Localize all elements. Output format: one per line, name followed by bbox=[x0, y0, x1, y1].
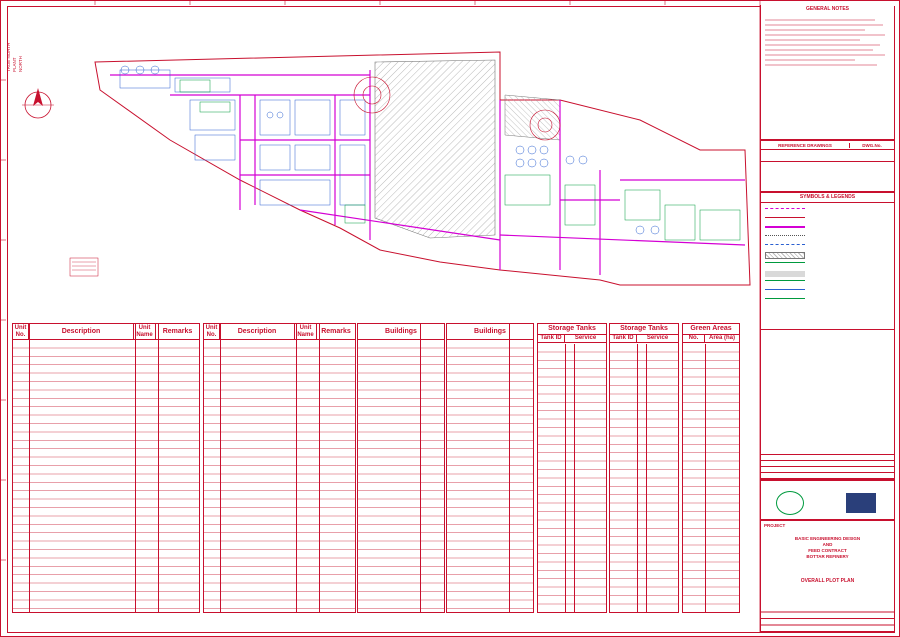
col-remarks: Remarks bbox=[162, 328, 193, 335]
col-unit-name: Unit Name bbox=[295, 324, 317, 339]
revision-area bbox=[760, 330, 894, 480]
col-description: Description bbox=[29, 324, 134, 339]
green-areas-title: Green Areas bbox=[683, 324, 739, 335]
storage-title-b: Storage Tanks bbox=[610, 324, 678, 335]
col-area: Area (ha) bbox=[708, 335, 735, 341]
green-areas-table: Green Areas No. Area (ha) bbox=[682, 323, 740, 613]
project-line-4: BOTTAR REFINERY bbox=[806, 554, 849, 559]
buildings-title-b: Buildings bbox=[474, 328, 506, 335]
symbols-title: SYMBOLS & LEGENDS bbox=[761, 193, 894, 203]
reference-drawings: REFERENCE DRAWINGS DWG.No. bbox=[760, 140, 894, 162]
units-table-a: Unit No. Description Unit Name Remarks bbox=[12, 323, 200, 613]
col-remarks: Remarks bbox=[321, 328, 351, 335]
col-no: No. bbox=[683, 335, 705, 342]
plan-title: OVERALL PLOT PLAN bbox=[800, 578, 855, 584]
col-unit-no: Unit No. bbox=[204, 324, 220, 339]
col-tank-id: Tank ID bbox=[538, 335, 565, 342]
general-notes-title: GENERAL NOTES bbox=[806, 6, 849, 12]
north-labels: TRUE NORTH PLANT NORTH bbox=[6, 42, 24, 72]
future-area-hatch bbox=[374, 59, 496, 239]
inset-plan bbox=[69, 257, 99, 277]
project-title-block: PROJECT BASIC ENGINEERING DESIGN AND FEE… bbox=[760, 520, 894, 632]
north-arrow-icon bbox=[22, 88, 54, 119]
blank-block bbox=[760, 162, 894, 192]
logos-area bbox=[760, 480, 894, 520]
dwg-no-label: DWG.No. bbox=[849, 142, 894, 148]
buildings-title-a: Buildings bbox=[385, 328, 417, 335]
symbols-legends: SYMBOLS & LEGENDS bbox=[760, 192, 894, 330]
buildings-table-b: Buildings bbox=[446, 323, 534, 613]
storage-title-a: Storage Tanks bbox=[538, 324, 606, 335]
reference-title: REFERENCE DRAWINGS bbox=[778, 142, 832, 148]
col-service: Service bbox=[646, 335, 669, 341]
col-tank-id: Tank ID bbox=[610, 335, 637, 342]
units-table-b: Unit No. Description Unit Name Remarks bbox=[203, 323, 356, 613]
col-description: Description bbox=[220, 324, 295, 339]
contractor-logo-icon bbox=[846, 493, 876, 513]
general-notes: GENERAL NOTES bbox=[760, 5, 894, 140]
col-service: Service bbox=[574, 335, 597, 341]
client-logo-icon bbox=[776, 491, 804, 515]
storage-table-a: Storage Tanks Tank ID Service bbox=[537, 323, 607, 613]
storage-table-b: Storage Tanks Tank ID Service bbox=[609, 323, 679, 613]
col-unit-no: Unit No. bbox=[13, 324, 29, 339]
plant-north-label: PLANT NORTH bbox=[12, 56, 23, 72]
project-label: PROJECT bbox=[764, 523, 786, 528]
col-unit-name: Unit Name bbox=[134, 324, 156, 339]
buildings-table-a: Buildings bbox=[357, 323, 445, 613]
process-units bbox=[119, 69, 366, 206]
